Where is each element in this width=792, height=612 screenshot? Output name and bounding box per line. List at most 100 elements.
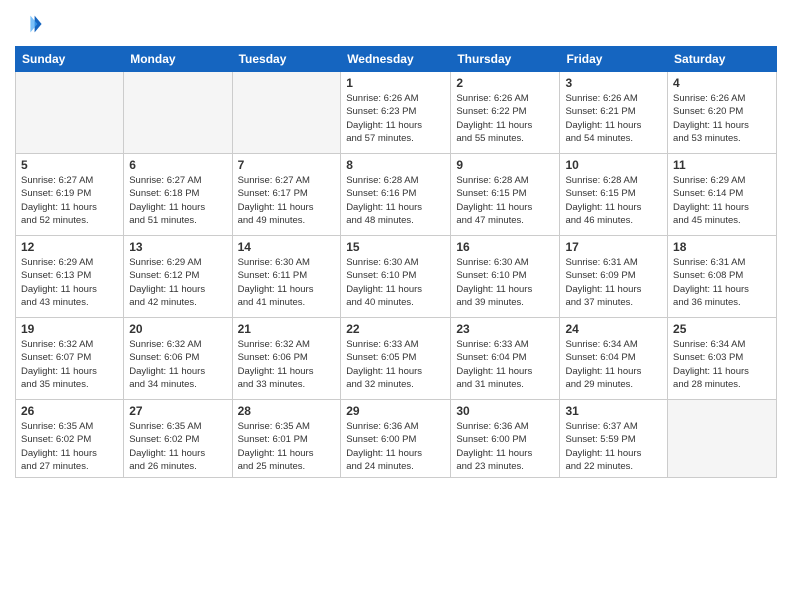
day-number: 15 bbox=[346, 240, 445, 254]
calendar-day-cell: 9 Sunrise: 6:28 AM Sunset: 6:15 PM Daylig… bbox=[451, 154, 560, 236]
calendar: SundayMondayTuesdayWednesdayThursdayFrid… bbox=[15, 46, 777, 478]
day-number: 9 bbox=[456, 158, 554, 172]
calendar-day-cell: 21Sunrise: 6:32 AM Sunset: 6:06 PM Dayli… bbox=[232, 318, 341, 400]
day-info: Sunrise: 6:31 AM Sunset: 6:08 PM Dayligh… bbox=[673, 256, 771, 309]
calendar-day-cell bbox=[16, 72, 124, 154]
calendar-day-cell: 29 Sunrise: 6:36 AM Sunset: 6:00 PM Dayli… bbox=[341, 400, 451, 478]
day-info: Sunrise: 6:27 AM Sunset: 6:19 PM Dayligh… bbox=[21, 174, 118, 227]
day-info: Sunrise: 6:28 AM Sunset: 6:15 PM Dayligh… bbox=[456, 174, 554, 227]
day-number: 3 bbox=[565, 76, 662, 90]
day-info: Sunrise: 6:35 AM Sunset: 6:01 PM Dayligh… bbox=[238, 420, 336, 473]
logo bbox=[15, 10, 47, 38]
day-number: 2 bbox=[456, 76, 554, 90]
day-info: Sunrise: 6:27 AM Sunset: 6:17 PM Dayligh… bbox=[238, 174, 336, 227]
day-info: Sunrise: 6:28 AM Sunset: 6:15 PM Dayligh… bbox=[565, 174, 662, 227]
day-number: 22 bbox=[346, 322, 445, 336]
day-number: 23 bbox=[456, 322, 554, 336]
calendar-week-row: 12 Sunrise: 6:29 AM Sunset: 6:13 PM Dayli… bbox=[16, 236, 777, 318]
calendar-day-cell: 31 Sunrise: 6:37 AM Sunset: 5:59 PM Dayli… bbox=[560, 400, 668, 478]
day-number: 19 bbox=[21, 322, 118, 336]
day-info: Sunrise: 6:30 AM Sunset: 6:11 PM Dayligh… bbox=[238, 256, 336, 309]
day-number: 6 bbox=[129, 158, 226, 172]
day-number: 27 bbox=[129, 404, 226, 418]
day-number: 17 bbox=[565, 240, 662, 254]
calendar-day-cell: 23 Sunrise: 6:33 AM Sunset: 6:04 PM Dayli… bbox=[451, 318, 560, 400]
day-number: 25 bbox=[673, 322, 771, 336]
calendar-day-cell: 13Sunrise: 6:29 AM Sunset: 6:12 PM Dayli… bbox=[124, 236, 232, 318]
calendar-day-cell bbox=[124, 72, 232, 154]
day-number: 18 bbox=[673, 240, 771, 254]
calendar-day-cell: 30Sunrise: 6:36 AM Sunset: 6:00 PM Dayli… bbox=[451, 400, 560, 478]
page-header bbox=[15, 10, 777, 38]
day-info: Sunrise: 6:28 AM Sunset: 6:16 PM Dayligh… bbox=[346, 174, 445, 227]
day-number: 26 bbox=[21, 404, 118, 418]
day-number: 4 bbox=[673, 76, 771, 90]
day-info: Sunrise: 6:29 AM Sunset: 6:12 PM Dayligh… bbox=[129, 256, 226, 309]
calendar-day-cell: 8 Sunrise: 6:28 AM Sunset: 6:16 PM Daylig… bbox=[341, 154, 451, 236]
calendar-week-row: 5 Sunrise: 6:27 AM Sunset: 6:19 PM Daylig… bbox=[16, 154, 777, 236]
calendar-day-cell: 5 Sunrise: 6:27 AM Sunset: 6:19 PM Daylig… bbox=[16, 154, 124, 236]
day-info: Sunrise: 6:32 AM Sunset: 6:07 PM Dayligh… bbox=[21, 338, 118, 391]
day-info: Sunrise: 6:35 AM Sunset: 6:02 PM Dayligh… bbox=[21, 420, 118, 473]
day-of-week-header: Sunday bbox=[16, 47, 124, 72]
calendar-week-row: 26 Sunrise: 6:35 AM Sunset: 6:02 PM Dayli… bbox=[16, 400, 777, 478]
day-number: 14 bbox=[238, 240, 336, 254]
day-of-week-header: Tuesday bbox=[232, 47, 341, 72]
day-info: Sunrise: 6:34 AM Sunset: 6:03 PM Dayligh… bbox=[673, 338, 771, 391]
day-info: Sunrise: 6:37 AM Sunset: 5:59 PM Dayligh… bbox=[565, 420, 662, 473]
day-info: Sunrise: 6:33 AM Sunset: 6:04 PM Dayligh… bbox=[456, 338, 554, 391]
calendar-day-cell: 25 Sunrise: 6:34 AM Sunset: 6:03 PM Dayli… bbox=[668, 318, 777, 400]
calendar-day-cell: 11Sunrise: 6:29 AM Sunset: 6:14 PM Dayli… bbox=[668, 154, 777, 236]
calendar-day-cell: 24 Sunrise: 6:34 AM Sunset: 6:04 PM Dayli… bbox=[560, 318, 668, 400]
calendar-day-cell: 12 Sunrise: 6:29 AM Sunset: 6:13 PM Dayli… bbox=[16, 236, 124, 318]
day-of-week-header: Friday bbox=[560, 47, 668, 72]
calendar-day-cell: 1Sunrise: 6:26 AM Sunset: 6:23 PM Daylig… bbox=[341, 72, 451, 154]
calendar-day-cell: 22 Sunrise: 6:33 AM Sunset: 6:05 PM Dayli… bbox=[341, 318, 451, 400]
day-number: 5 bbox=[21, 158, 118, 172]
calendar-day-cell: 14 Sunrise: 6:30 AM Sunset: 6:11 PM Dayli… bbox=[232, 236, 341, 318]
day-of-week-header: Thursday bbox=[451, 47, 560, 72]
day-info: Sunrise: 6:30 AM Sunset: 6:10 PM Dayligh… bbox=[346, 256, 445, 309]
day-number: 20 bbox=[129, 322, 226, 336]
day-number: 8 bbox=[346, 158, 445, 172]
day-info: Sunrise: 6:27 AM Sunset: 6:18 PM Dayligh… bbox=[129, 174, 226, 227]
day-number: 29 bbox=[346, 404, 445, 418]
logo-icon bbox=[15, 10, 43, 38]
calendar-week-row: 1Sunrise: 6:26 AM Sunset: 6:23 PM Daylig… bbox=[16, 72, 777, 154]
day-info: Sunrise: 6:30 AM Sunset: 6:10 PM Dayligh… bbox=[456, 256, 554, 309]
day-info: Sunrise: 6:29 AM Sunset: 6:13 PM Dayligh… bbox=[21, 256, 118, 309]
day-info: Sunrise: 6:26 AM Sunset: 6:23 PM Dayligh… bbox=[346, 92, 445, 145]
day-info: Sunrise: 6:26 AM Sunset: 6:20 PM Dayligh… bbox=[673, 92, 771, 145]
day-info: Sunrise: 6:34 AM Sunset: 6:04 PM Dayligh… bbox=[565, 338, 662, 391]
calendar-week-row: 19 Sunrise: 6:32 AM Sunset: 6:07 PM Dayli… bbox=[16, 318, 777, 400]
calendar-day-cell: 17Sunrise: 6:31 AM Sunset: 6:09 PM Dayli… bbox=[560, 236, 668, 318]
day-number: 31 bbox=[565, 404, 662, 418]
calendar-day-cell: 10 Sunrise: 6:28 AM Sunset: 6:15 PM Dayli… bbox=[560, 154, 668, 236]
calendar-day-cell: 19 Sunrise: 6:32 AM Sunset: 6:07 PM Dayli… bbox=[16, 318, 124, 400]
calendar-header-row: SundayMondayTuesdayWednesdayThursdayFrid… bbox=[16, 47, 777, 72]
day-info: Sunrise: 6:32 AM Sunset: 6:06 PM Dayligh… bbox=[129, 338, 226, 391]
day-number: 10 bbox=[565, 158, 662, 172]
day-info: Sunrise: 6:26 AM Sunset: 6:22 PM Dayligh… bbox=[456, 92, 554, 145]
day-number: 28 bbox=[238, 404, 336, 418]
day-number: 24 bbox=[565, 322, 662, 336]
day-info: Sunrise: 6:36 AM Sunset: 6:00 PM Dayligh… bbox=[346, 420, 445, 473]
day-info: Sunrise: 6:33 AM Sunset: 6:05 PM Dayligh… bbox=[346, 338, 445, 391]
calendar-day-cell bbox=[232, 72, 341, 154]
day-number: 11 bbox=[673, 158, 771, 172]
calendar-day-cell: 7 Sunrise: 6:27 AM Sunset: 6:17 PM Daylig… bbox=[232, 154, 341, 236]
calendar-day-cell: 26 Sunrise: 6:35 AM Sunset: 6:02 PM Dayli… bbox=[16, 400, 124, 478]
calendar-day-cell: 16Sunrise: 6:30 AM Sunset: 6:10 PM Dayli… bbox=[451, 236, 560, 318]
day-info: Sunrise: 6:26 AM Sunset: 6:21 PM Dayligh… bbox=[565, 92, 662, 145]
calendar-day-cell: 15 Sunrise: 6:30 AM Sunset: 6:10 PM Dayli… bbox=[341, 236, 451, 318]
day-info: Sunrise: 6:32 AM Sunset: 6:06 PM Dayligh… bbox=[238, 338, 336, 391]
day-number: 7 bbox=[238, 158, 336, 172]
calendar-day-cell: 2 Sunrise: 6:26 AM Sunset: 6:22 PM Daylig… bbox=[451, 72, 560, 154]
day-number: 30 bbox=[456, 404, 554, 418]
calendar-day-cell: 28 Sunrise: 6:35 AM Sunset: 6:01 PM Dayli… bbox=[232, 400, 341, 478]
calendar-day-cell: 18 Sunrise: 6:31 AM Sunset: 6:08 PM Dayli… bbox=[668, 236, 777, 318]
day-of-week-header: Saturday bbox=[668, 47, 777, 72]
day-number: 12 bbox=[21, 240, 118, 254]
calendar-day-cell bbox=[668, 400, 777, 478]
day-of-week-header: Monday bbox=[124, 47, 232, 72]
